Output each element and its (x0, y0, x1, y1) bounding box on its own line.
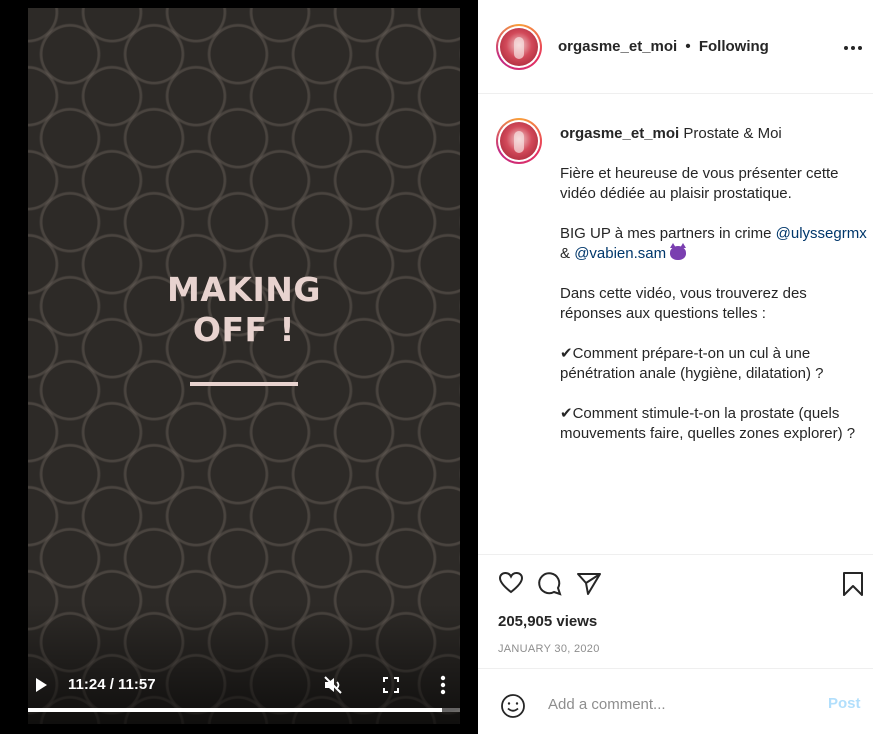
comment-input[interactable] (548, 691, 808, 717)
play-icon[interactable] (36, 678, 47, 692)
mention-joiner: & (560, 245, 575, 262)
header-user-line: orgasme_et_moi • Following (558, 38, 769, 55)
header-username[interactable]: orgasme_et_moi (558, 38, 677, 55)
post-header: orgasme_et_moi • Following (478, 0, 873, 94)
more-icon[interactable] (440, 674, 446, 701)
video-controls: 11:24 / 11:57 (28, 668, 460, 708)
video-time: 11:24 / 11:57 (68, 676, 156, 693)
comment-bar: Post (478, 668, 873, 734)
caption-paragraph-4: ✔Comment prépare-t-on un cul à une pénét… (560, 345, 824, 382)
bookmark-icon[interactable] (842, 571, 864, 602)
views-count[interactable]: 205,905 views (498, 613, 597, 630)
caption-paragraph-5: ✔Comment stimule-t-on la prostate (quels… (560, 405, 856, 442)
mute-icon[interactable] (322, 674, 344, 701)
actions-section: 205,905 views JANUARY 30, 2020 (478, 554, 873, 668)
post-side-panel: orgasme_et_moi • Following orgasme_et_mo… (478, 0, 873, 734)
fullscreen-icon[interactable] (382, 676, 400, 699)
mention-link-2[interactable]: @vabien.sam (574, 245, 666, 262)
video-player[interactable]: MAKING OFF ! 11:24 / 11:57 (28, 8, 460, 724)
video-progress-bar[interactable] (28, 708, 460, 712)
share-icon[interactable] (576, 571, 602, 602)
post-date[interactable]: JANUARY 30, 2020 (498, 643, 600, 655)
video-title-line2: OFF ! (192, 310, 296, 349)
emoji-icon[interactable] (500, 693, 526, 724)
caption-paragraph-2-prefix: BIG UP à mes partners in crime (560, 225, 776, 242)
video-title-underline (190, 382, 298, 386)
caption-paragraph-3: Dans cette vidéo, vous trouverez des rép… (560, 285, 807, 322)
caption-paragraph-1: Fière et heureuse de vous présenter cett… (560, 165, 839, 202)
header-separator: • (685, 38, 691, 55)
devil-emoji-icon (670, 243, 687, 260)
comment-icon[interactable] (536, 571, 562, 602)
following-button[interactable]: Following (699, 38, 769, 55)
caption-avatar[interactable] (496, 118, 542, 164)
caption-head: orgasme_et_moi Prostate & Moi (560, 124, 870, 144)
avatar[interactable] (496, 24, 542, 70)
video-title-line1: MAKING (167, 270, 321, 309)
caption-text: orgasme_et_moi Prostate & Moi Fière et h… (560, 124, 870, 464)
caption-username[interactable]: orgasme_et_moi (560, 125, 679, 142)
mention-link-1[interactable]: @ulyssegrmx (776, 225, 867, 242)
post-button[interactable]: Post (828, 695, 861, 712)
caption-paragraph-2: BIG UP à mes partners in crime @ulyssegr… (560, 224, 870, 264)
caption-title: Prostate & Moi (683, 125, 782, 142)
heart-icon[interactable] (498, 571, 524, 600)
caption-section: orgasme_et_moi Prostate & Moi Fière et h… (478, 94, 873, 554)
video-panel: MAKING OFF ! 11:24 / 11:57 (0, 0, 478, 734)
options-icon[interactable] (844, 46, 862, 50)
progress-fill (28, 708, 443, 712)
video-title: MAKING OFF ! (28, 270, 460, 350)
